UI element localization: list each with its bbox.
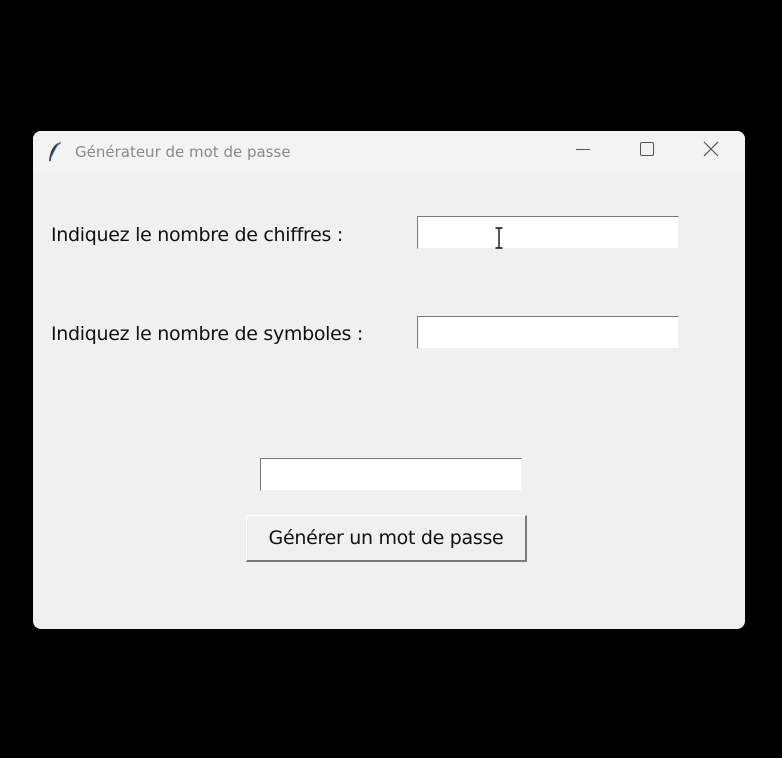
maximize-icon <box>639 141 655 161</box>
digits-label: Indiquez le nombre de chiffres : <box>51 224 343 246</box>
digits-input[interactable] <box>417 216 679 249</box>
text-cursor-icon <box>495 227 503 249</box>
generate-password-button[interactable]: Générer un mot de passe <box>246 515 527 562</box>
symbols-input[interactable] <box>417 316 679 349</box>
app-window: Générateur de mot de passe Indiquez le n… <box>33 131 745 629</box>
close-button[interactable] <box>679 131 743 171</box>
password-output[interactable] <box>260 458 522 491</box>
close-icon <box>703 141 719 161</box>
title-bar[interactable]: Générateur de mot de passe <box>33 131 745 173</box>
window-title: Générateur de mot de passe <box>75 143 291 161</box>
maximize-button[interactable] <box>615 131 679 171</box>
minimize-button[interactable] <box>551 131 615 171</box>
minimize-icon <box>575 141 591 161</box>
feather-icon <box>47 141 63 163</box>
symbols-label: Indiquez le nombre de symboles : <box>51 323 363 345</box>
